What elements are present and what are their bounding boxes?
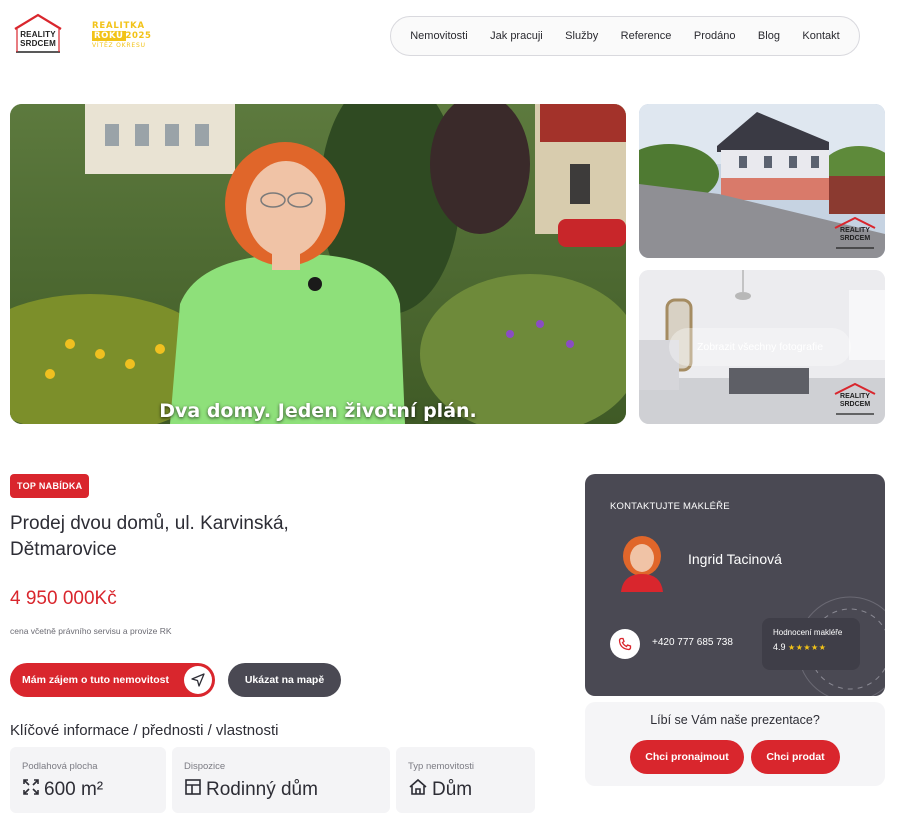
site-logo[interactable]: REALITY SRDCEM <box>12 12 64 54</box>
watermark-line1: REALITY <box>840 393 870 400</box>
cta-question: Líbí se Vám naše prezentace? <box>650 713 820 727</box>
agent-rating: Hodnocení makléře 4.9 ★★★★★ <box>762 618 860 670</box>
show-all-photos-button[interactable]: Zobrazit všechny fotografie <box>669 328 851 366</box>
nav-item-prodano[interactable]: Prodáno <box>694 30 736 42</box>
agent-heading: KONTAKTUJTE MAKLÉŘE <box>610 501 730 512</box>
property-card-area: Podlahová plocha 600 m² <box>10 747 166 813</box>
property-label: Typ nemovitosti <box>408 761 474 772</box>
property-card-type: Typ nemovitosti Dům <box>396 747 535 813</box>
award-line3: VÍTĚZ OKRESU <box>92 42 146 49</box>
property-label: Podlahová plocha <box>22 761 98 772</box>
nav-item-blog[interactable]: Blog <box>758 30 780 42</box>
nav-item-jak-pracuji[interactable]: Jak pracuji <box>490 30 543 42</box>
award-line2b: 2025 <box>125 31 152 41</box>
hero-video[interactable]: Dva domy. Jeden životní plán. <box>10 104 626 424</box>
phone-icon[interactable] <box>610 629 640 659</box>
property-label: Dispozice <box>184 761 226 772</box>
presentation-cta: Líbí se Vám naše prezentace? Chci pronaj… <box>585 702 885 786</box>
watermark-line2: SRDCEM <box>839 401 871 408</box>
property-value: 600 m² <box>44 779 104 800</box>
listing-title: Prodej dvou domů, ul. Karvinská, Dětmaro… <box>10 513 289 560</box>
price-note: cena včetně právního servisu a provize R… <box>10 626 172 636</box>
interest-button-label: Mám zájem o tuto nemovitost <box>22 674 170 686</box>
rating-value: 4.9 <box>773 642 786 652</box>
award-line2a: ROKU <box>92 31 126 41</box>
watermark-logo: REALITY SRDCEM <box>833 216 877 250</box>
listing-price: 4 950 000Kč <box>10 588 117 609</box>
interest-button[interactable]: Mám zájem o tuto nemovitost <box>10 663 215 697</box>
house-icon <box>408 778 428 802</box>
show-on-map-button[interactable]: Ukázat na mapě <box>228 663 341 697</box>
agent-name: Ingrid Tacinová <box>688 551 782 567</box>
nav-item-kontakt[interactable]: Kontakt <box>802 30 839 42</box>
award-line1: REALITKA <box>92 21 145 31</box>
nav-item-nemovitosti[interactable]: Nemovitosti <box>410 30 467 42</box>
property-value: Rodinný dům <box>206 779 318 800</box>
nav-item-sluzby[interactable]: Služby <box>565 30 598 42</box>
layout-icon <box>184 778 202 802</box>
agent-avatar <box>617 534 667 592</box>
nav-item-reference[interactable]: Reference <box>621 30 672 42</box>
rent-button[interactable]: Chci pronajmout <box>630 740 744 774</box>
hero-video-frame <box>10 104 626 424</box>
property-value: Dům <box>432 779 473 800</box>
sell-button[interactable]: Chci prodat <box>751 740 840 774</box>
watermark-logo: REALITY SRDCEM <box>833 382 877 416</box>
watermark-line1: REALITY <box>840 227 870 234</box>
video-caption: Dva domy. Jeden životní plán. <box>159 400 477 422</box>
send-icon <box>184 666 212 694</box>
agent-phone[interactable]: +420 777 685 738 <box>652 637 733 648</box>
photo-thumbnail-interior[interactable]: Zobrazit všechny fotografie REALITY SRDC… <box>639 270 885 424</box>
rating-label: Hodnocení makléře <box>773 628 843 637</box>
key-info-heading: Klíčové informace / přednosti / vlastnos… <box>10 722 279 739</box>
main-nav: Nemovitosti Jak pracuji Služby Reference… <box>390 16 860 56</box>
rating-stars-icon: ★★★★★ <box>788 643 827 652</box>
award-badge: REALITKA ROKU 2025 VÍTĚZ OKRESU <box>92 22 154 52</box>
photo-thumbnail-exterior[interactable]: REALITY SRDCEM <box>639 104 885 258</box>
watermark-line2: SRDCEM <box>839 235 871 242</box>
top-offer-badge: TOP NABÍDKA <box>10 474 90 498</box>
area-icon <box>22 778 40 802</box>
logo-line2: SRDCEM <box>20 39 56 48</box>
property-card-layout: Dispozice Rodinný dům <box>172 747 390 813</box>
agent-card: KONTAKTUJTE MAKLÉŘE Ingrid Tacinová +420… <box>585 474 885 696</box>
logo-line1: REALITY <box>20 30 56 39</box>
